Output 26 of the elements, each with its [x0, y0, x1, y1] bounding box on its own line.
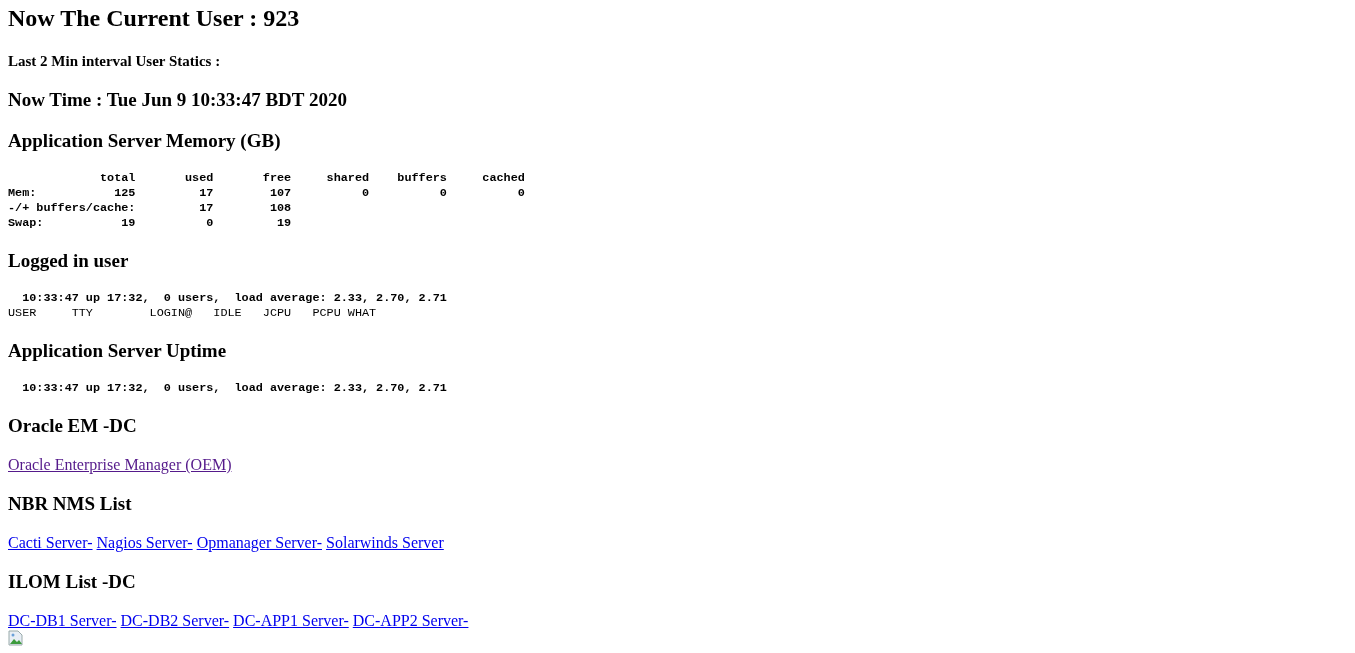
console-output-line: Swap: 19 0 19: [8, 216, 292, 231]
section-heading: Application Server Memory (GB): [8, 130, 281, 152]
section-heading: Oracle EM -DC: [8, 415, 137, 437]
server-link[interactable]: DC-APP2 Server-: [352, 612, 469, 630]
server-link[interactable]: DC-APP1 Server-: [233, 612, 349, 630]
console-output-line: -/+ buffers/cache: 17 108: [8, 201, 292, 216]
section-heading: Logged in user: [8, 250, 129, 272]
server-link[interactable]: DC-DB2 Server-: [120, 612, 230, 630]
server-link[interactable]: Opmanager Server-: [196, 534, 323, 552]
section-heading: NBR NMS List: [8, 493, 132, 515]
server-link[interactable]: Solarwinds Server: [326, 534, 444, 552]
console-output-line: USER TTY LOGIN@ IDLE JCPU PCPU WHAT: [8, 306, 377, 321]
server-link[interactable]: DC-DB1 Server-: [8, 612, 117, 630]
console-output-line: total used free shared buffers cached: [99, 171, 525, 186]
console-output-line: 10:33:47 up 17:32, 0 users, load average: 2.33, 2.70, 2.71: [21, 381, 447, 396]
server-link[interactable]: Nagios Server-: [96, 534, 193, 552]
page-title: Now The Current User : 923: [8, 4, 300, 32]
server-link[interactable]: Cacti Server-: [8, 534, 93, 552]
section-heading: Application Server Uptime: [8, 340, 227, 362]
console-output-line: Mem: 125 17 107 0 0 0: [8, 186, 525, 201]
section-heading: ILOM List -DC: [8, 571, 136, 593]
statistics-heading: Last 2 Min interval User Statics :: [8, 52, 221, 70]
time-heading: Now Time : Tue Jun 9 10:33:47 BDT 2020: [8, 89, 347, 111]
console-output-line: 10:33:47 up 17:32, 0 users, load average: 2.33, 2.70, 2.71: [21, 291, 447, 306]
broken-image-icon: [8, 630, 24, 646]
server-link[interactable]: Oracle Enterprise Manager (OEM): [8, 456, 232, 474]
